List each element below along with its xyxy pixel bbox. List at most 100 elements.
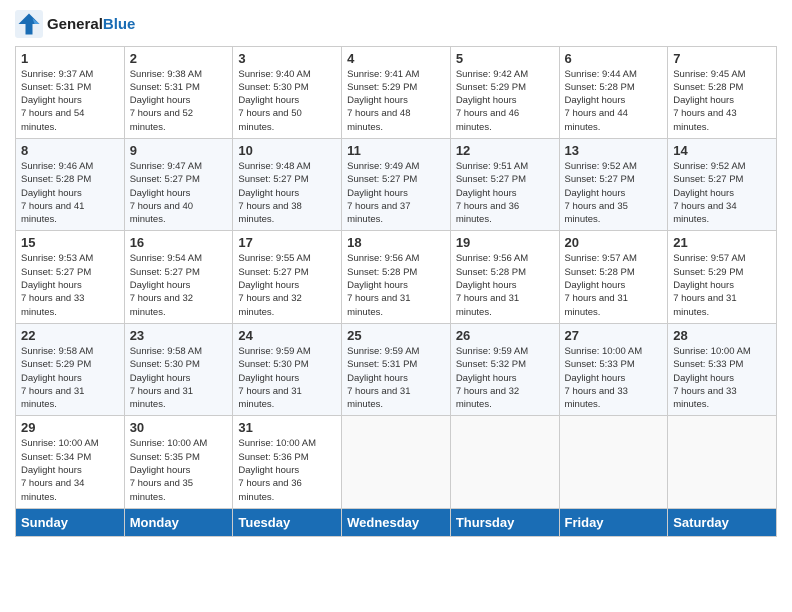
daylight-label: Daylight hours <box>130 95 191 106</box>
day-header-thursday: Thursday <box>450 508 559 536</box>
day-number: 11 <box>347 143 445 158</box>
day-cell: 12 Sunrise: 9:51 AM Sunset: 5:27 PM Dayl… <box>450 138 559 230</box>
daylight-duration: 7 hours and 44 minutes. <box>565 108 628 132</box>
daylight-label: Daylight hours <box>238 465 299 476</box>
day-header-friday: Friday <box>559 508 668 536</box>
sunrise-label: Sunrise: 9:58 AM <box>130 346 202 357</box>
week-row-1: 1 Sunrise: 9:37 AM Sunset: 5:31 PM Dayli… <box>16 46 777 138</box>
day-cell: 31 Sunrise: 10:00 AM Sunset: 5:36 PM Day… <box>233 416 342 508</box>
daylight-label: Daylight hours <box>238 280 299 291</box>
sunrise-label: Sunrise: 9:45 AM <box>673 69 745 80</box>
sunset-label: Sunset: 5:31 PM <box>130 82 200 93</box>
day-info: Sunrise: 9:54 AM Sunset: 5:27 PM Dayligh… <box>130 252 228 318</box>
daylight-duration: 7 hours and 38 minutes. <box>238 201 301 225</box>
sunset-label: Sunset: 5:27 PM <box>565 174 635 185</box>
day-number: 4 <box>347 51 445 66</box>
sunrise-label: Sunrise: 10:00 AM <box>21 438 99 449</box>
week-row-4: 22 Sunrise: 9:58 AM Sunset: 5:29 PM Dayl… <box>16 323 777 415</box>
day-info: Sunrise: 9:52 AM Sunset: 5:27 PM Dayligh… <box>673 160 771 226</box>
daylight-duration: 7 hours and 31 minutes. <box>21 386 84 410</box>
day-info: Sunrise: 9:58 AM Sunset: 5:29 PM Dayligh… <box>21 345 119 411</box>
day-cell: 16 Sunrise: 9:54 AM Sunset: 5:27 PM Dayl… <box>124 231 233 323</box>
daylight-duration: 7 hours and 31 minutes. <box>347 293 410 317</box>
sunset-label: Sunset: 5:27 PM <box>238 267 308 278</box>
day-info: Sunrise: 9:53 AM Sunset: 5:27 PM Dayligh… <box>21 252 119 318</box>
day-number: 15 <box>21 235 119 250</box>
day-number: 2 <box>130 51 228 66</box>
sunrise-label: Sunrise: 9:48 AM <box>238 161 310 172</box>
day-cell: 5 Sunrise: 9:42 AM Sunset: 5:29 PM Dayli… <box>450 46 559 138</box>
day-cell: 2 Sunrise: 9:38 AM Sunset: 5:31 PM Dayli… <box>124 46 233 138</box>
sunrise-label: Sunrise: 9:58 AM <box>21 346 93 357</box>
day-number: 23 <box>130 328 228 343</box>
daylight-label: Daylight hours <box>456 188 517 199</box>
sunset-label: Sunset: 5:27 PM <box>130 267 200 278</box>
day-cell: 6 Sunrise: 9:44 AM Sunset: 5:28 PM Dayli… <box>559 46 668 138</box>
day-info: Sunrise: 9:44 AM Sunset: 5:28 PM Dayligh… <box>565 68 663 134</box>
sunrise-label: Sunrise: 9:56 AM <box>347 253 419 264</box>
day-number: 30 <box>130 420 228 435</box>
daylight-duration: 7 hours and 54 minutes. <box>21 108 84 132</box>
daylight-label: Daylight hours <box>21 95 82 106</box>
day-info: Sunrise: 9:45 AM Sunset: 5:28 PM Dayligh… <box>673 68 771 134</box>
daylight-label: Daylight hours <box>673 188 734 199</box>
day-info: Sunrise: 9:57 AM Sunset: 5:29 PM Dayligh… <box>673 252 771 318</box>
daylight-duration: 7 hours and 32 minutes. <box>456 386 519 410</box>
sunset-label: Sunset: 5:33 PM <box>565 359 635 370</box>
day-cell: 8 Sunrise: 9:46 AM Sunset: 5:28 PM Dayli… <box>16 138 125 230</box>
daylight-label: Daylight hours <box>347 373 408 384</box>
sunrise-label: Sunrise: 9:42 AM <box>456 69 528 80</box>
day-cell: 17 Sunrise: 9:55 AM Sunset: 5:27 PM Dayl… <box>233 231 342 323</box>
sunset-label: Sunset: 5:30 PM <box>238 359 308 370</box>
daylight-label: Daylight hours <box>673 373 734 384</box>
day-number: 9 <box>130 143 228 158</box>
day-info: Sunrise: 9:55 AM Sunset: 5:27 PM Dayligh… <box>238 252 336 318</box>
day-info: Sunrise: 9:51 AM Sunset: 5:27 PM Dayligh… <box>456 160 554 226</box>
daylight-label: Daylight hours <box>565 373 626 384</box>
day-header-tuesday: Tuesday <box>233 508 342 536</box>
daylight-label: Daylight hours <box>565 280 626 291</box>
daylight-duration: 7 hours and 31 minutes. <box>130 386 193 410</box>
calendar-table: 1 Sunrise: 9:37 AM Sunset: 5:31 PM Dayli… <box>15 46 777 537</box>
day-cell: 3 Sunrise: 9:40 AM Sunset: 5:30 PM Dayli… <box>233 46 342 138</box>
sunset-label: Sunset: 5:29 PM <box>673 267 743 278</box>
day-info: Sunrise: 9:56 AM Sunset: 5:28 PM Dayligh… <box>347 252 445 318</box>
day-cell: 7 Sunrise: 9:45 AM Sunset: 5:28 PM Dayli… <box>668 46 777 138</box>
sunrise-label: Sunrise: 9:59 AM <box>238 346 310 357</box>
daylight-label: Daylight hours <box>238 188 299 199</box>
day-number: 19 <box>456 235 554 250</box>
day-number: 12 <box>456 143 554 158</box>
sunset-label: Sunset: 5:33 PM <box>673 359 743 370</box>
daylight-label: Daylight hours <box>347 280 408 291</box>
daylight-duration: 7 hours and 32 minutes. <box>238 293 301 317</box>
day-header-monday: Monday <box>124 508 233 536</box>
day-cell: 28 Sunrise: 10:00 AM Sunset: 5:33 PM Day… <box>668 323 777 415</box>
day-cell: 20 Sunrise: 9:57 AM Sunset: 5:28 PM Dayl… <box>559 231 668 323</box>
sunset-label: Sunset: 5:28 PM <box>456 267 526 278</box>
day-header-saturday: Saturday <box>668 508 777 536</box>
sunset-label: Sunset: 5:27 PM <box>130 174 200 185</box>
sunrise-label: Sunrise: 9:37 AM <box>21 69 93 80</box>
daylight-label: Daylight hours <box>456 373 517 384</box>
daylight-duration: 7 hours and 50 minutes. <box>238 108 301 132</box>
sunset-label: Sunset: 5:29 PM <box>347 82 417 93</box>
sunrise-label: Sunrise: 9:40 AM <box>238 69 310 80</box>
day-number: 7 <box>673 51 771 66</box>
sunrise-label: Sunrise: 9:41 AM <box>347 69 419 80</box>
daylight-duration: 7 hours and 36 minutes. <box>456 201 519 225</box>
day-number: 26 <box>456 328 554 343</box>
day-number: 13 <box>565 143 663 158</box>
sunset-label: Sunset: 5:30 PM <box>238 82 308 93</box>
daylight-duration: 7 hours and 31 minutes. <box>238 386 301 410</box>
day-number: 31 <box>238 420 336 435</box>
day-number: 25 <box>347 328 445 343</box>
day-cell: 27 Sunrise: 10:00 AM Sunset: 5:33 PM Day… <box>559 323 668 415</box>
sunset-label: Sunset: 5:27 PM <box>673 174 743 185</box>
daylight-label: Daylight hours <box>673 280 734 291</box>
daylight-duration: 7 hours and 52 minutes. <box>130 108 193 132</box>
day-info: Sunrise: 9:38 AM Sunset: 5:31 PM Dayligh… <box>130 68 228 134</box>
day-info: Sunrise: 9:59 AM Sunset: 5:32 PM Dayligh… <box>456 345 554 411</box>
day-cell: 21 Sunrise: 9:57 AM Sunset: 5:29 PM Dayl… <box>668 231 777 323</box>
daylight-label: Daylight hours <box>21 465 82 476</box>
sunset-label: Sunset: 5:27 PM <box>456 174 526 185</box>
